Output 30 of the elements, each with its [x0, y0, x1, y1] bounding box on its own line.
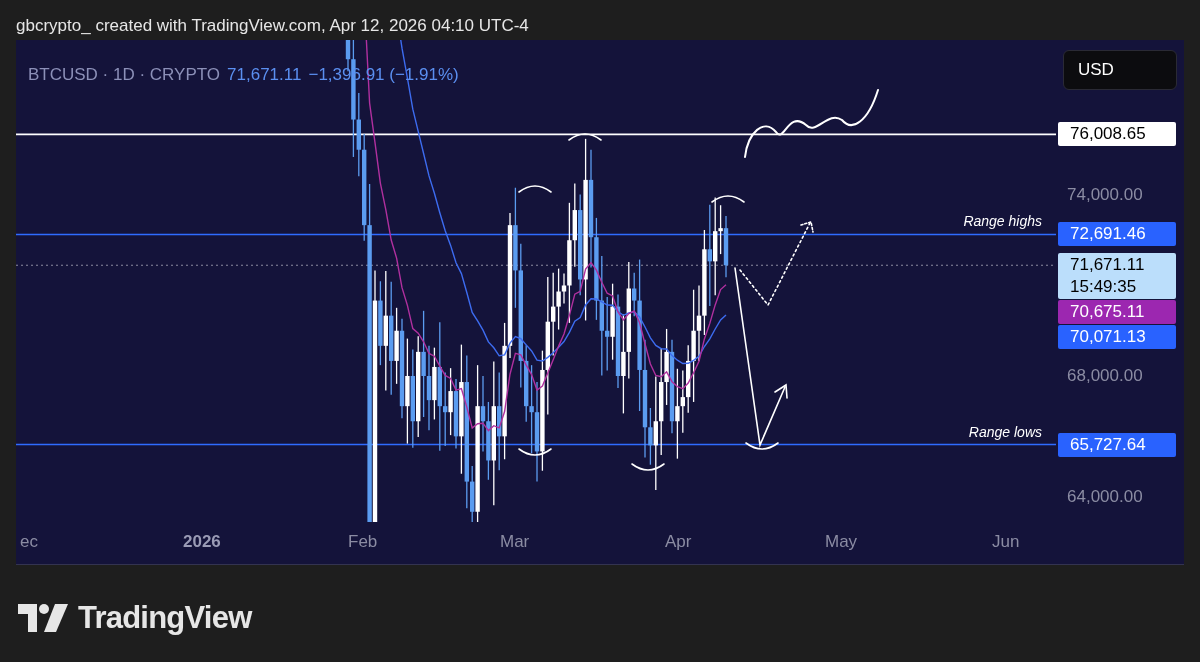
time-tick: May: [825, 533, 858, 550]
price-label: 71,671.11 15:49:35: [1058, 253, 1176, 300]
price-label: 70,071.13: [1058, 325, 1176, 350]
symbol-label: BTCUSD · 1D · CRYPTO: [28, 64, 221, 86]
price-label: 70,675.11: [1058, 300, 1176, 325]
time-tick: ec: [20, 533, 38, 550]
currency-button[interactable]: USD: [1063, 50, 1177, 90]
price-tick: 74,000.00: [1067, 185, 1143, 203]
brand-name: TradingView: [78, 599, 252, 637]
arc-mark: [745, 442, 779, 450]
price-tick: 64,000.00: [1067, 487, 1143, 505]
line-label: Range highs: [963, 214, 1042, 229]
time-tick: Apr: [665, 533, 692, 550]
arc-mark: [568, 133, 602, 141]
time-tick: Jun: [992, 533, 1020, 550]
time-tick: Mar: [500, 533, 530, 550]
price-tick: 68,000.00: [1067, 367, 1143, 384]
price-value: 71,671.11: [227, 64, 302, 86]
arc-mark: [711, 195, 745, 203]
price-label: 65,727.64: [1058, 432, 1176, 457]
time-tick: 2026: [183, 533, 221, 550]
line-label: Range lows: [968, 424, 1042, 439]
arc-mark: [631, 463, 665, 471]
arc-mark: [518, 448, 552, 456]
chart-caption: gbcrypto_ created with TradingView.com, Apr 12, 2026 04:10 UTC-4: [16, 14, 529, 36]
time-tick: Feb: [348, 533, 378, 550]
arc-mark: [518, 185, 552, 193]
price-label: 76,008.65: [1058, 122, 1176, 147]
price-label: 72,691.46: [1058, 222, 1176, 247]
logo-icon: [18, 604, 68, 633]
